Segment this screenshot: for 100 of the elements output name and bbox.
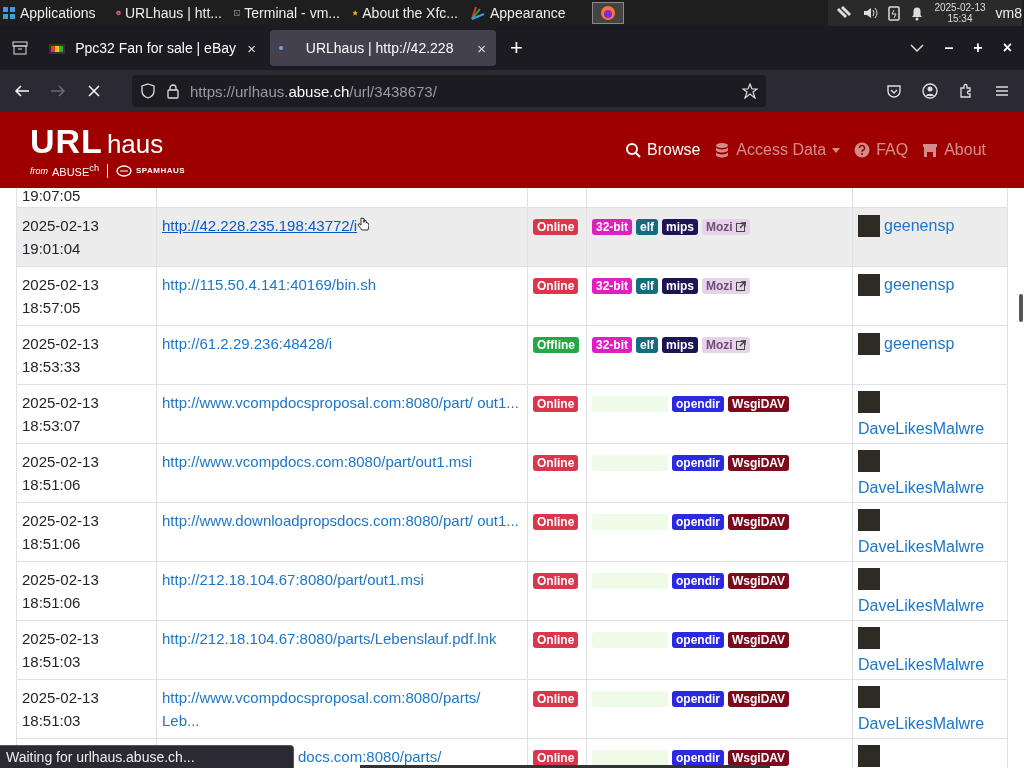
tab-list-icon[interactable] <box>12 41 28 55</box>
browser-tab[interactable]: Ppc32 Fan for sale | eBay × <box>40 30 266 66</box>
taskbar-item[interactable]: Applications <box>0 0 110 26</box>
stop-icon <box>86 83 102 99</box>
window-control-button[interactable]: + <box>973 39 983 57</box>
volume-icon[interactable] <box>862 5 879 21</box>
url-link[interactable]: http://212.18.104.67:8080/part/out1.msi <box>162 568 424 591</box>
reporter-link[interactable]: DaveLikesMalwre <box>858 594 985 617</box>
building-icon <box>922 142 939 158</box>
status-badge: Online <box>533 750 579 766</box>
browser-tab[interactable]: URLhaus | http://42.228 × <box>270 30 496 66</box>
search-icon <box>625 142 641 158</box>
external-link-icon <box>735 222 746 232</box>
avatar-image <box>858 332 880 355</box>
taskbar-item[interactable]: Appearance <box>464 0 582 26</box>
status-badge: Offline <box>533 337 579 353</box>
nav-link[interactable]: Access Data <box>714 141 841 159</box>
question-icon <box>854 142 871 158</box>
bell-icon[interactable] <box>910 5 925 21</box>
status-badge: Online <box>533 514 579 530</box>
nav-link[interactable]: About <box>922 141 986 159</box>
reporter-link[interactable]: geenensp <box>884 273 955 296</box>
reporter-link[interactable]: DaveLikesMalwre <box>858 476 985 499</box>
logo-text[interactable]: haus <box>106 129 164 161</box>
avatar-image <box>858 568 880 590</box>
tag-badge: mips <box>662 278 699 294</box>
tag-badge: 32-bit <box>592 337 632 353</box>
url-link[interactable]: http://42.228.235.198:43772/i <box>162 214 358 237</box>
tag-badge: WsgiDAV <box>728 573 790 589</box>
user-name[interactable]: vm8 <box>995 5 1022 21</box>
status-badge: Online <box>533 691 579 707</box>
window-control-button[interactable]: × <box>1002 39 1012 57</box>
date-text: 2025-02-13 <box>22 688 100 708</box>
avatar-image <box>858 391 880 413</box>
clock-date: 2025-02-13 <box>934 2 986 13</box>
tag-badge: opendir <box>672 750 724 766</box>
reporter-link[interactable]: DaveLikesMalwre <box>858 417 985 440</box>
date-text: 2025-02-13 <box>22 334 100 354</box>
taskbar-button[interactable] <box>592 2 624 24</box>
reporter-link[interactable]: DaveLikesMalwre <box>858 653 985 676</box>
avatar-image <box>858 627 880 649</box>
url-link[interactable]: http://115.50.4.141:40169/bin.sh <box>162 273 377 296</box>
status-badge: Online <box>533 455 579 471</box>
lock-icon <box>166 83 180 99</box>
tag-badge: opendir <box>672 396 724 412</box>
status-badge: Online <box>533 396 579 412</box>
close-tab-icon[interactable]: × <box>475 39 488 57</box>
taskbar-item[interactable]: URLhaus | htt... <box>110 0 228 26</box>
date-text: 2025-02-13 <box>22 511 100 531</box>
date-text: 2025-02-13 <box>22 275 100 295</box>
url-link[interactable]: http://212.18.104.67:8080/parts/Lebenslauf.pdf.lnk <box>162 627 497 650</box>
external-link-icon <box>735 340 746 350</box>
table-cell: 19:07:05 <box>16 188 156 207</box>
reporter-link[interactable]: DaveLikesMalwre <box>858 712 985 735</box>
address-text: https://urlhaus.abuse.ch/url/3438673/ <box>190 82 438 100</box>
logo-text[interactable]: URL <box>30 122 103 162</box>
reporter-link[interactable]: geenensp <box>884 214 955 237</box>
tag-badge: elf <box>636 219 659 235</box>
taskbar-item[interactable]: About the Xfc... <box>346 0 464 26</box>
url-link[interactable]: http://www.downloadpropsdocs.com:8080/part/ out1... <box>162 509 519 532</box>
battery-icon[interactable] <box>888 5 901 21</box>
tag-badge: WsgiDAV <box>728 455 790 471</box>
status-badge: Online <box>533 278 579 294</box>
time-text: 18:51:03 <box>22 652 82 672</box>
avatar-image <box>858 509 880 531</box>
window-control-button[interactable]: – <box>944 39 954 57</box>
url-link[interactable]: docs.com:8080/parts/ <box>298 745 442 768</box>
tag-badge: opendir <box>672 632 724 648</box>
tag-badge: opendir <box>672 573 724 589</box>
network-icon[interactable] <box>836 5 853 21</box>
tag-link[interactable]: Mozi <box>702 337 750 353</box>
date-text: 2025-02-13 <box>22 570 100 590</box>
nav-link[interactable]: FAQ <box>854 141 909 159</box>
reporter-link[interactable]: geenensp <box>884 332 955 355</box>
tag-badge: elf <box>636 337 659 353</box>
database-icon <box>714 142 731 158</box>
new-tab-button[interactable]: + <box>500 35 533 61</box>
external-link-icon <box>735 281 746 291</box>
scrollbar-thumb[interactable] <box>360 765 770 768</box>
clock-time: 15:34 <box>947 13 973 24</box>
tag-badge: WsgiDAV <box>728 514 790 530</box>
time-text: 18:53:07 <box>22 416 82 436</box>
taskbar-item[interactable]: Terminal - vm... <box>228 0 346 26</box>
chevron-down-icon[interactable] <box>910 43 925 53</box>
pocket-icon <box>886 83 902 99</box>
tag-link[interactable]: Mozi <box>702 278 750 294</box>
tag-badge: WsgiDAV <box>728 396 790 412</box>
tag-link[interactable]: Mozi <box>702 219 750 235</box>
url-link[interactable]: http://www.vcompdocsproposal.com:8080/part/ out1... <box>162 391 519 414</box>
status-badge: Online <box>533 573 579 589</box>
close-tab-icon[interactable]: × <box>245 39 258 57</box>
url-link[interactable]: http://www.vcompdocsproposal.com:8080/parts/ Leb... <box>162 686 522 732</box>
url-link[interactable]: http://www.vcompdocs.com:8080/part/out1.msi <box>162 450 473 473</box>
address-field[interactable]: https://urlhaus.abuse.ch/url/3438673/ <box>132 75 766 107</box>
status-text: Waiting for urlhaus.abuse.ch... <box>0 745 294 768</box>
scrollbar-thumb[interactable] <box>1019 294 1023 322</box>
star-outline-icon[interactable] <box>742 83 758 99</box>
url-link[interactable]: http://61.2.29.236:48428/i <box>162 332 333 355</box>
nav-link[interactable]: Browse <box>625 141 701 159</box>
reporter-link[interactable]: DaveLikesMalwre <box>858 535 985 558</box>
